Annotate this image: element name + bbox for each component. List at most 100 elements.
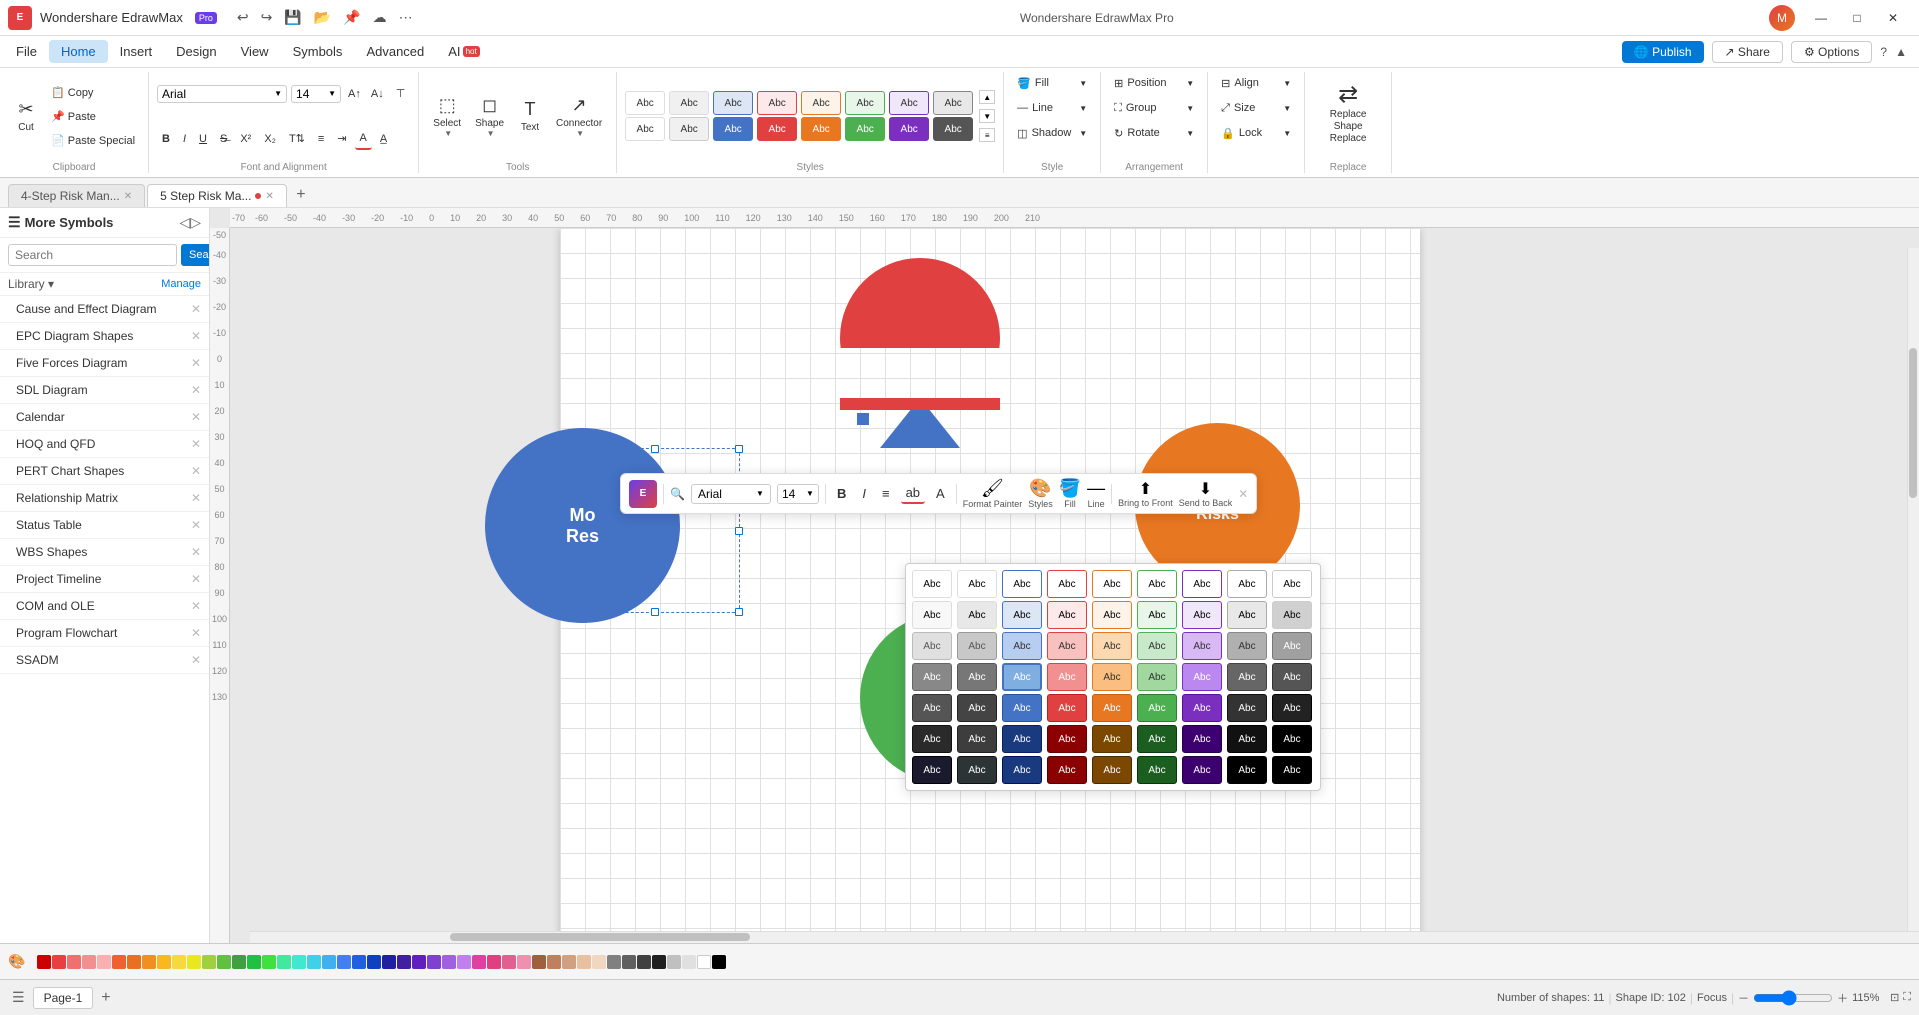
sp-3-8[interactable]: Abc [1227, 632, 1267, 660]
v-scroll-thumb[interactable] [1909, 348, 1917, 498]
search-button[interactable]: Search [181, 244, 210, 266]
style-swatch-16[interactable]: Abc [933, 117, 973, 141]
sp-5-5[interactable]: Abc [1092, 694, 1132, 722]
sp-7-9[interactable]: Abc [1272, 756, 1312, 784]
sp-2-1[interactable]: Abc [912, 601, 952, 629]
color-purple[interactable] [427, 955, 441, 969]
color-amber[interactable] [157, 955, 171, 969]
sp-6-1[interactable]: Abc [912, 725, 952, 753]
sp-7-5[interactable]: Abc [1092, 756, 1132, 784]
sp-6-9[interactable]: Abc [1272, 725, 1312, 753]
remove-ssadm[interactable]: ✕ [191, 653, 201, 667]
style-swatch-9[interactable]: Abc [625, 117, 665, 141]
monitor-results-circle[interactable]: MoRes [485, 428, 680, 623]
collapse-ribbon-button[interactable]: ▲ [1895, 41, 1907, 63]
upload-button[interactable]: ☁ [369, 7, 391, 28]
sp-4-6[interactable]: Abc [1137, 663, 1177, 691]
sp-6-4[interactable]: Abc [1047, 725, 1087, 753]
fullscreen-button[interactable]: ⛶ [1903, 991, 1911, 1004]
underline-button[interactable]: U [194, 128, 212, 150]
sidebar-item-program[interactable]: Program Flowchart ✕ [0, 620, 209, 647]
increase-font-button[interactable]: A↑ [345, 83, 364, 105]
sp-7-4[interactable]: Abc [1047, 756, 1087, 784]
text-button[interactable]: T Text [512, 90, 548, 142]
strikethrough-button[interactable]: S̶ [215, 128, 232, 150]
handle-mr[interactable] [735, 527, 743, 535]
select-button[interactable]: ⬚ Select ▼ [427, 90, 467, 142]
line-button[interactable]: — Line ▼ [1012, 97, 1092, 119]
menu-insert[interactable]: Insert [108, 40, 165, 63]
sp-5-8[interactable]: Abc [1227, 694, 1267, 722]
search-input[interactable] [8, 244, 177, 266]
font-selector[interactable]: Arial ▼ [157, 85, 287, 103]
text-dir-button[interactable]: T⇅ [284, 128, 310, 150]
color-purple-light[interactable] [442, 955, 456, 969]
style-swatch-13[interactable]: Abc [801, 117, 841, 141]
color-pink-purple[interactable] [472, 955, 486, 969]
remove-wbs[interactable]: ✕ [191, 545, 201, 559]
styles-more[interactable]: ≡ [979, 128, 995, 142]
sp-4-8[interactable]: Abc [1227, 663, 1267, 691]
decrease-font-button[interactable]: A↓ [368, 83, 387, 105]
fill-button[interactable]: 🪣 Fill ▼ [1012, 72, 1092, 94]
handle-tr[interactable] [735, 445, 743, 453]
color-cream[interactable] [577, 955, 591, 969]
color-mint[interactable] [277, 955, 291, 969]
color-light-pink[interactable] [517, 955, 531, 969]
color-gray-50[interactable] [607, 955, 621, 969]
sidebar-item-relationship[interactable]: Relationship Matrix ✕ [0, 485, 209, 512]
font-size-selector[interactable]: 14 ▼ [291, 85, 341, 103]
ft-italic-button[interactable]: I [857, 484, 871, 503]
color-black[interactable] [712, 955, 726, 969]
handle-bm[interactable] [651, 608, 659, 616]
sp-7-1[interactable]: Abc [912, 756, 952, 784]
sp-4-1[interactable]: Abc [912, 663, 952, 691]
lock-button[interactable]: 🔒 Lock ▼ [1216, 122, 1296, 144]
color-picker-button[interactable]: 🎨 [8, 953, 25, 970]
paste-button[interactable]: 📌 Paste [46, 105, 140, 127]
sp-3-4[interactable]: Abc [1047, 632, 1087, 660]
bring-to-front-button[interactable]: ⬆ Bring to Front [1118, 479, 1173, 509]
ft-fill-button[interactable]: 🪣 Fill [1059, 478, 1081, 509]
color-gray-60[interactable] [622, 955, 636, 969]
view-toggle-button[interactable]: ☰ [8, 987, 29, 1008]
copy-button[interactable]: 📋 Copy [46, 81, 140, 103]
sp-2-7[interactable]: Abc [1182, 601, 1222, 629]
styles-scroll-down[interactable]: ▼ [979, 109, 995, 123]
color-yellow-green[interactable] [187, 955, 201, 969]
sp-6-6[interactable]: Abc [1137, 725, 1177, 753]
menu-symbols[interactable]: Symbols [281, 40, 355, 63]
color-pink[interactable] [82, 955, 96, 969]
color-red-dark[interactable] [37, 955, 51, 969]
format-painter-button[interactable]: 🖌 Format Painter [963, 478, 1023, 509]
remove-cause[interactable]: ✕ [191, 302, 201, 316]
sidebar-item-five-forces[interactable]: Five Forces Diagram ✕ [0, 350, 209, 377]
sp-1-7[interactable]: Abc [1182, 570, 1222, 598]
help-button[interactable]: ? [1880, 41, 1887, 63]
color-green-vivid[interactable] [262, 955, 276, 969]
sp-1-5[interactable]: Abc [1092, 570, 1132, 598]
vertical-scrollbar[interactable] [1907, 248, 1919, 931]
pin-button[interactable]: 📌 [339, 7, 364, 28]
list-button[interactable]: ≡ [313, 128, 329, 150]
sp-5-1[interactable]: Abc [912, 694, 952, 722]
ft-line-button[interactable]: — Line [1087, 478, 1105, 509]
sp-3-9[interactable]: Abc [1272, 632, 1312, 660]
remove-relationship[interactable]: ✕ [191, 491, 201, 505]
sidebar-item-pert[interactable]: PERT Chart Shapes ✕ [0, 458, 209, 485]
sp-2-8[interactable]: Abc [1227, 601, 1267, 629]
add-page-button[interactable]: + [97, 989, 114, 1007]
menu-home[interactable]: Home [49, 40, 108, 63]
color-green-light[interactable] [217, 955, 231, 969]
sp-2-3[interactable]: Abc [1002, 601, 1042, 629]
sp-4-4[interactable]: Abc [1047, 663, 1087, 691]
sp-4-9[interactable]: Abc [1272, 663, 1312, 691]
italic-button[interactable]: I [178, 128, 191, 150]
menu-file[interactable]: File [4, 40, 49, 63]
paste-special-button[interactable]: 📄 Paste Special [46, 129, 140, 151]
sp-2-6[interactable]: Abc [1137, 601, 1177, 629]
maximize-button[interactable]: □ [1839, 4, 1875, 32]
ft-close-button[interactable]: ✕ [1238, 487, 1248, 501]
remove-pert[interactable]: ✕ [191, 464, 201, 478]
color-brown[interactable] [532, 955, 546, 969]
